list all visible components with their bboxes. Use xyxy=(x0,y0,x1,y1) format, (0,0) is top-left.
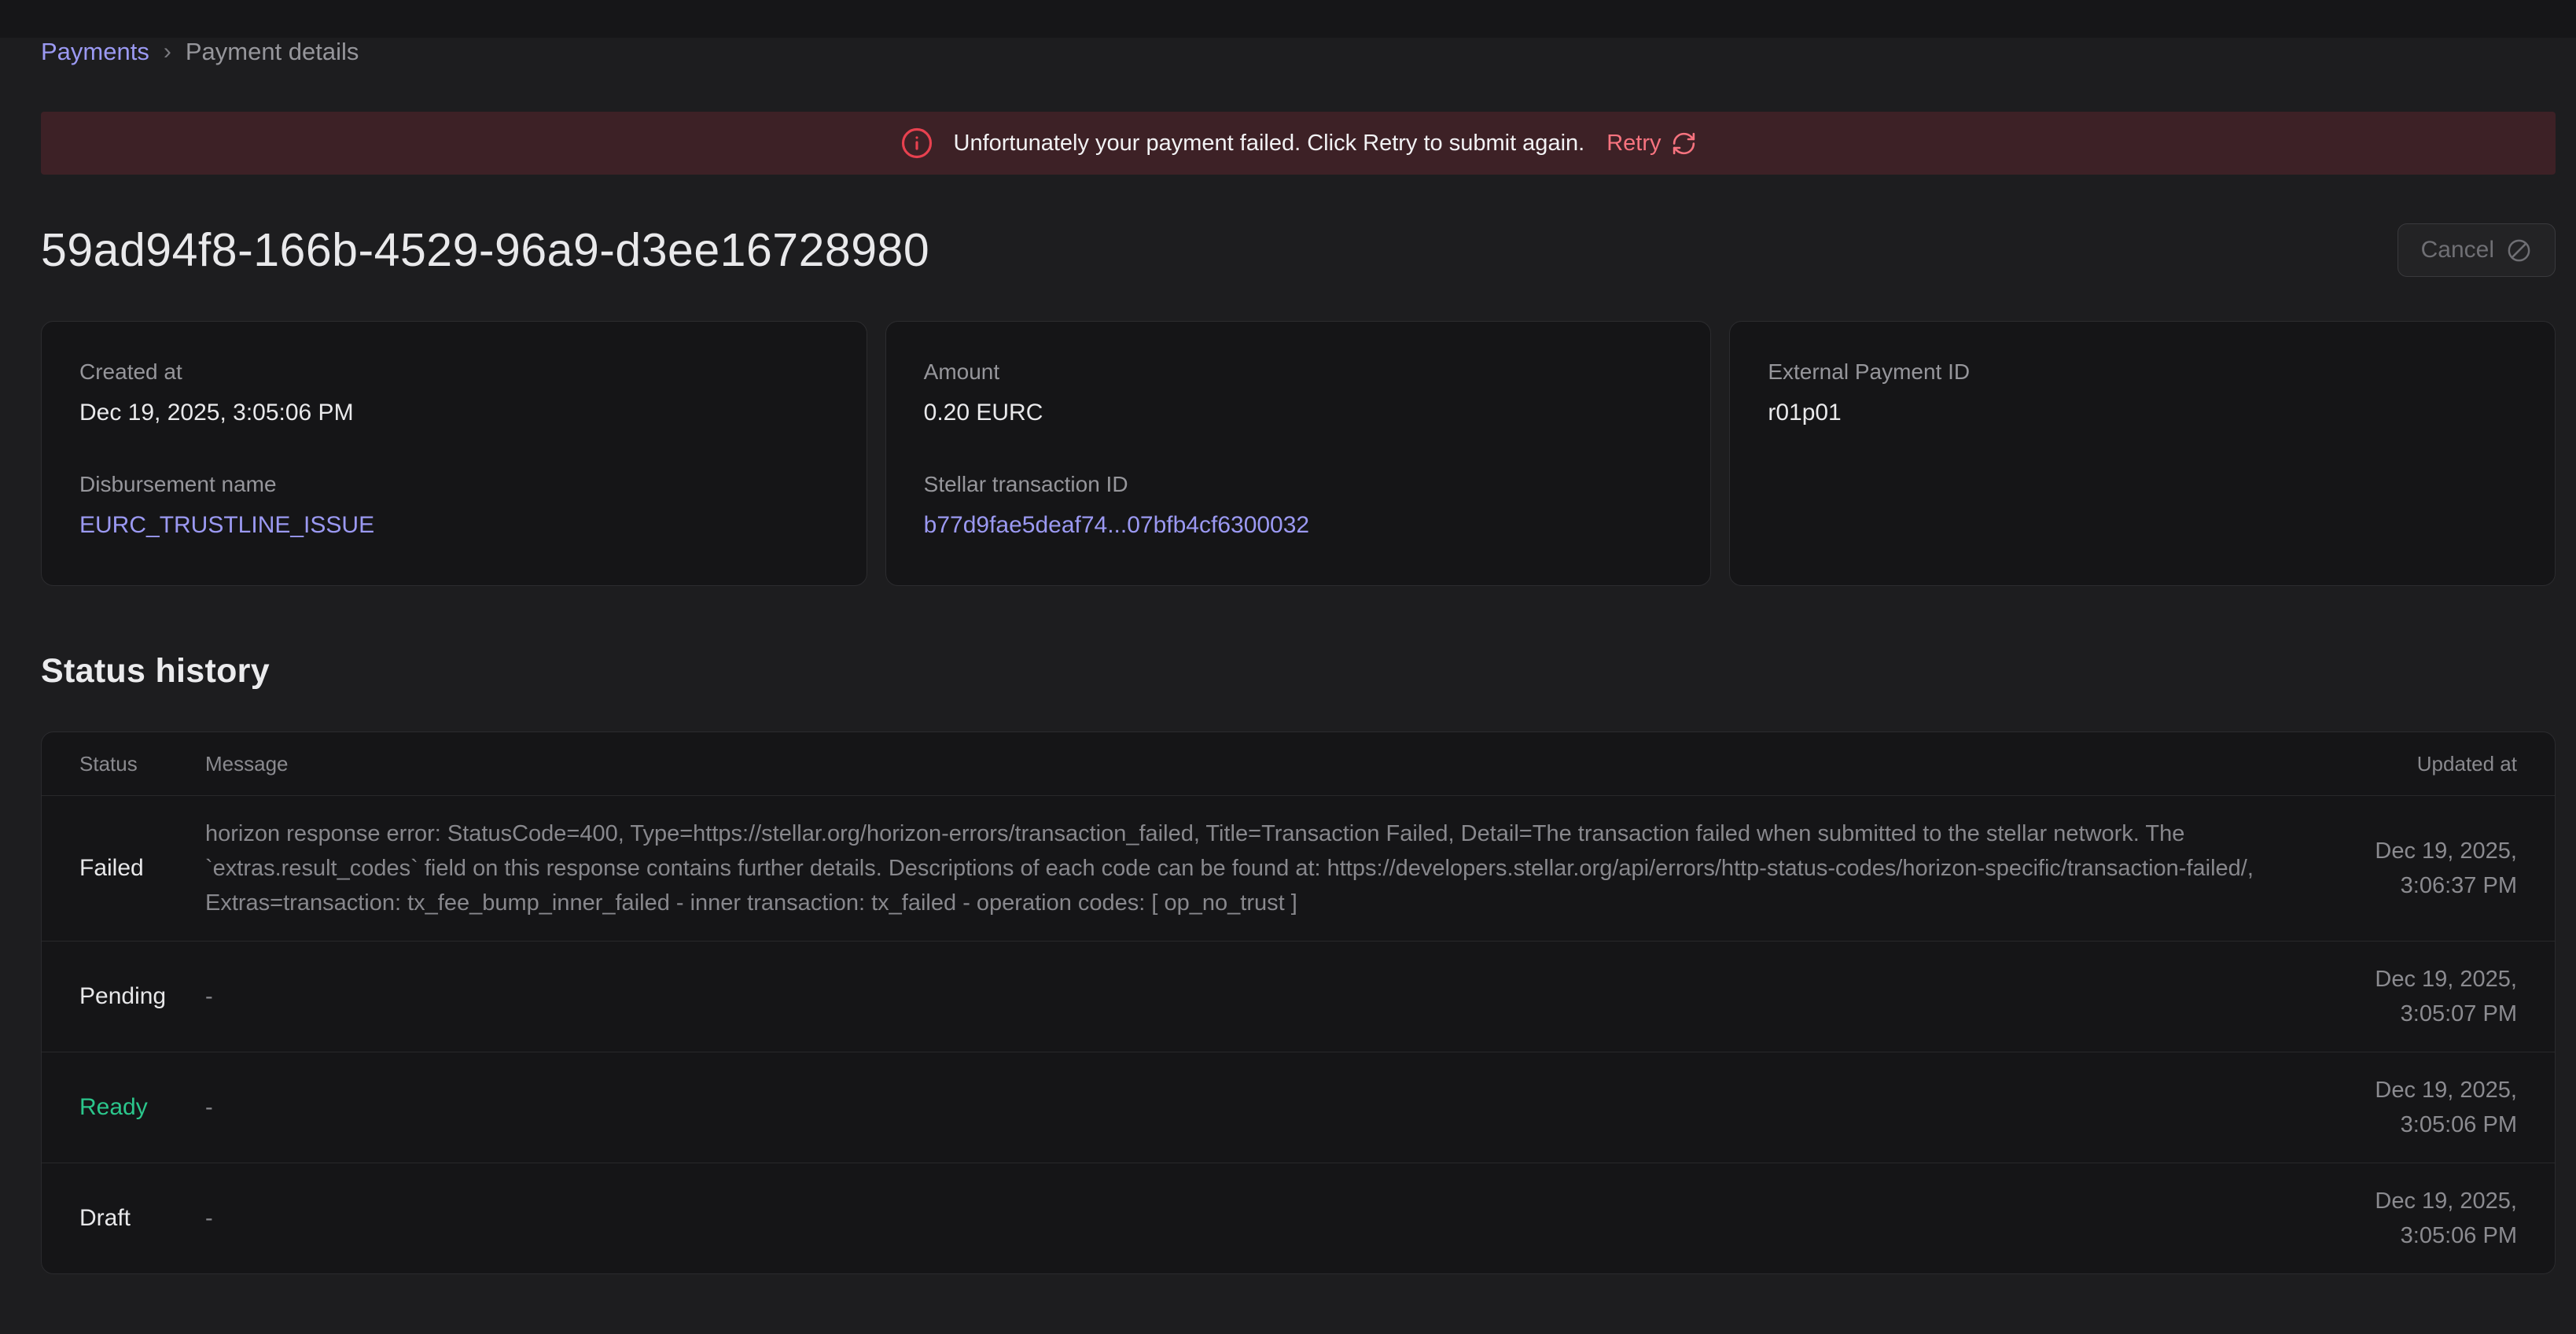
field-external-payment-id: External Payment ID r01p01 xyxy=(1768,359,2517,426)
cancel-button[interactable]: Cancel xyxy=(2398,223,2556,277)
updated-at-cell: Dec 19, 2025, 3:06:37 PM xyxy=(2297,834,2517,903)
status-cell: Pending xyxy=(79,983,205,1010)
summary-cards: Created at Dec 19, 2025, 3:05:06 PM Disb… xyxy=(41,321,2556,586)
column-header-updated-at: Updated at xyxy=(2297,752,2517,776)
status-cell: Ready xyxy=(79,1094,205,1121)
table-row-pending: Pending - Dec 19, 2025, 3:05:07 PM xyxy=(42,941,2555,1052)
retry-refresh-icon xyxy=(1671,131,1697,157)
chevron-right-icon: › xyxy=(164,39,171,65)
summary-card-created: Created at Dec 19, 2025, 3:05:06 PM Disb… xyxy=(41,321,867,586)
updated-at-cell: Dec 19, 2025, 3:05:06 PM xyxy=(2297,1184,2517,1253)
field-created-at: Created at Dec 19, 2025, 3:05:06 PM xyxy=(79,359,829,426)
field-value: r01p01 xyxy=(1768,400,2517,426)
error-banner-message: Unfortunately your payment failed. Click… xyxy=(954,131,1585,157)
message-cell: - xyxy=(205,1090,2297,1125)
column-header-message: Message xyxy=(205,752,2297,776)
field-label: Disbursement name xyxy=(79,472,829,497)
status-cell: Failed xyxy=(79,855,205,882)
column-header-status: Status xyxy=(79,752,205,776)
summary-card-amount: Amount 0.20 EURC Stellar transaction ID … xyxy=(885,321,1712,586)
retry-button[interactable]: Retry xyxy=(1606,131,1696,157)
updated-at-cell: Dec 19, 2025, 3:05:07 PM xyxy=(2297,962,2517,1031)
table-row-draft: Draft - Dec 19, 2025, 3:05:06 PM xyxy=(42,1163,2555,1273)
updated-at-cell: Dec 19, 2025, 3:05:06 PM xyxy=(2297,1073,2517,1142)
field-label: Amount xyxy=(924,359,1673,385)
table-row-ready: Ready - Dec 19, 2025, 3:05:06 PM xyxy=(42,1052,2555,1163)
message-cell: - xyxy=(205,1201,2297,1236)
status-history-table: Status Message Updated at Failed horizon… xyxy=(41,731,2556,1274)
field-label: Stellar transaction ID xyxy=(924,472,1673,497)
breadcrumb-link-payments[interactable]: Payments xyxy=(41,38,149,66)
stellar-transaction-link[interactable]: b77d9fae5deaf74...07bfb4cf6300032 xyxy=(924,512,1673,539)
message-cell: horizon response error: StatusCode=400, … xyxy=(205,816,2297,920)
cancel-button-label: Cancel xyxy=(2421,237,2494,263)
field-label: External Payment ID xyxy=(1768,359,2517,385)
title-row: 59ad94f8-166b-4529-96a9-d3ee16728980 Can… xyxy=(41,223,2556,277)
ban-icon xyxy=(2506,238,2532,263)
field-amount: Amount 0.20 EURC xyxy=(924,359,1673,426)
message-cell: - xyxy=(205,979,2297,1014)
field-disbursement-name: Disbursement name EURC_TRUSTLINE_ISSUE xyxy=(79,472,829,539)
status-cell: Draft xyxy=(79,1205,205,1232)
field-value: Dec 19, 2025, 3:05:06 PM xyxy=(79,400,829,426)
table-header-row: Status Message Updated at xyxy=(42,732,2555,795)
field-stellar-transaction-id: Stellar transaction ID b77d9fae5deaf74..… xyxy=(924,472,1673,539)
error-info-icon xyxy=(900,127,933,160)
page-title: 59ad94f8-166b-4529-96a9-d3ee16728980 xyxy=(41,223,929,277)
disbursement-link[interactable]: EURC_TRUSTLINE_ISSUE xyxy=(79,512,829,539)
breadcrumb-current: Payment details xyxy=(186,38,359,66)
section-title-status-history: Status history xyxy=(41,652,2556,691)
field-value: 0.20 EURC xyxy=(924,400,1673,426)
error-banner: Unfortunately your payment failed. Click… xyxy=(41,112,2556,175)
payment-details-page: Payments › Payment details Unfortunately… xyxy=(0,38,2576,1334)
breadcrumb: Payments › Payment details xyxy=(41,38,2556,66)
summary-card-external-id: External Payment ID r01p01 xyxy=(1729,321,2556,586)
retry-label: Retry xyxy=(1606,131,1661,157)
table-row-failed: Failed horizon response error: StatusCod… xyxy=(42,795,2555,941)
field-label: Created at xyxy=(79,359,829,385)
